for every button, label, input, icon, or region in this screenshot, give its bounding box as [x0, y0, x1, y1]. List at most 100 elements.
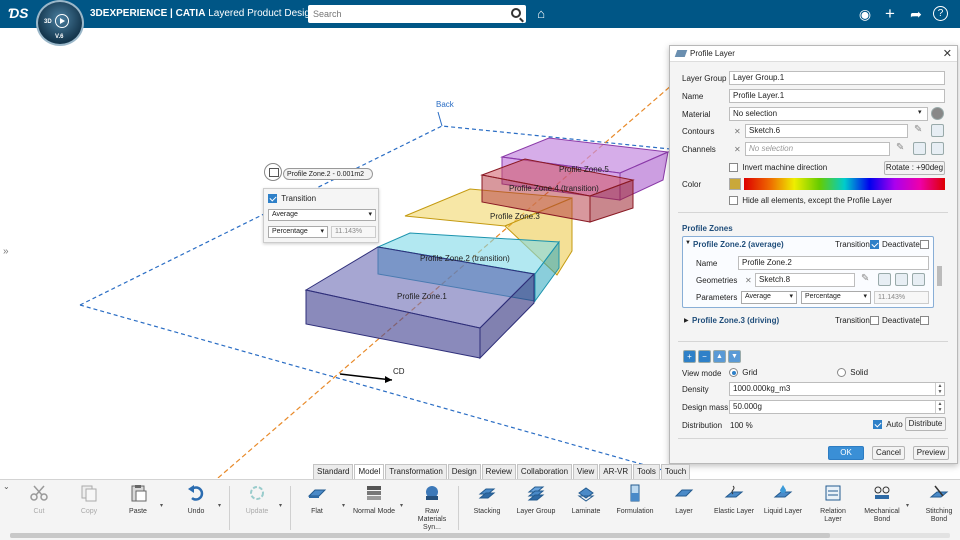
color-swatch[interactable] — [729, 178, 741, 190]
clear-geometries-icon[interactable]: ✕ — [745, 276, 752, 285]
play-icon[interactable] — [55, 14, 69, 28]
chevron-down-icon[interactable]: ▾ — [218, 502, 221, 509]
chevron-down-icon[interactable]: ▾ — [160, 502, 163, 509]
ribbon-scrollbar-thumb[interactable] — [10, 533, 830, 538]
paste-button[interactable]: Paste — [117, 484, 159, 516]
tab-standard[interactable]: Standard — [313, 464, 354, 479]
pencil-icon[interactable]: ✎ — [896, 142, 909, 155]
share-icon[interactable]: ➦ — [907, 5, 925, 23]
cut-button[interactable]: Cut — [18, 484, 60, 516]
copy-button[interactable]: Copy — [68, 484, 110, 516]
raw-materials-button[interactable]: Raw Materials Syn... — [411, 484, 453, 532]
density-spinner[interactable]: ▲ ▼ — [935, 383, 944, 395]
tab-view[interactable]: View — [573, 464, 599, 479]
zone2-unit-select[interactable]: Percentage — [801, 291, 871, 304]
chevron-down-icon[interactable]: ▾ — [400, 502, 403, 509]
move-down-icon[interactable]: ▼ — [728, 350, 741, 363]
update-button[interactable]: Update — [236, 484, 278, 516]
chevron-down-icon[interactable]: ▾ — [906, 502, 909, 509]
zone2-value-field[interactable]: 11.143% — [874, 291, 929, 304]
move-up-icon[interactable]: ▲ — [713, 350, 726, 363]
mechanical-bond-button[interactable]: Mechanical Bond — [861, 484, 903, 524]
sketch-icon[interactable] — [913, 142, 926, 155]
hide-checkbox[interactable] — [729, 196, 738, 206]
design-mass-spinner[interactable]: ▲ ▼ — [935, 401, 944, 413]
name-field[interactable]: Profile Layer.1 — [729, 89, 945, 103]
ribbon-scrollbar[interactable] — [10, 533, 950, 538]
flat-button[interactable]: Flat — [296, 484, 338, 516]
tag-icon[interactable]: ⌂ — [532, 5, 550, 23]
collapse-icon[interactable]: ▼ — [685, 240, 691, 246]
search-box[interactable] — [308, 5, 526, 23]
tab-ar-vr[interactable]: AR-VR — [599, 464, 633, 479]
invert-checkbox[interactable] — [729, 163, 738, 173]
auto-checkbox[interactable] — [873, 420, 882, 430]
tab-review[interactable]: Review — [481, 464, 516, 479]
elastic-layer-button[interactable]: Elastic Layer — [713, 484, 755, 516]
search-icon[interactable] — [511, 8, 521, 18]
mini-transition-row[interactable]: Transition — [268, 194, 316, 206]
undo-button[interactable]: Undo — [175, 484, 217, 516]
solid-radio[interactable] — [837, 368, 846, 378]
normal-mode-button[interactable]: Normal Mode — [353, 484, 395, 516]
zone2-mode-select[interactable]: Average — [741, 291, 797, 304]
pencil-icon[interactable]: ✎ — [914, 124, 927, 137]
mini-transition-checkbox[interactable] — [268, 194, 277, 204]
close-icon[interactable]: ✕ — [943, 47, 952, 60]
design-mass-field[interactable]: 50.000g ▲ ▼ — [729, 400, 945, 414]
tab-tools[interactable]: Tools — [633, 464, 660, 479]
preview-button[interactable]: Preview — [913, 446, 949, 460]
search-input[interactable] — [308, 5, 498, 23]
distribute-button[interactable]: Distribute — [905, 417, 946, 431]
rotate-button[interactable]: Rotate : +90deg — [884, 161, 945, 175]
stitching-bond-button[interactable]: Stitching Bond — [918, 484, 960, 524]
grid-radio[interactable] — [729, 368, 738, 378]
liquid-layer-button[interactable]: Liquid Layer — [762, 484, 804, 516]
layer-group-button[interactable]: Layer Group — [515, 484, 557, 516]
material-select[interactable]: No selection — [729, 107, 928, 121]
collapse-ribbon-icon[interactable]: ⌄ — [3, 482, 10, 491]
chevron-down-icon[interactable]: ▾ — [918, 108, 922, 116]
channels-field[interactable]: No selection — [745, 142, 890, 156]
mini-mode-select[interactable]: Average — [268, 209, 376, 221]
view-grid-option[interactable]: Grid — [729, 368, 757, 378]
color-spectrum[interactable] — [744, 178, 945, 190]
contours-field[interactable]: Sketch.6 — [745, 124, 908, 138]
add-icon[interactable]: + — [881, 5, 899, 23]
compass-widget[interactable]: 3D V.6 — [36, 0, 84, 46]
clear-contours-icon[interactable]: ✕ — [734, 127, 741, 136]
mini-value-field[interactable]: 11.143% — [331, 226, 376, 238]
hide-row[interactable]: Hide all elements, except the Profile La… — [729, 196, 892, 206]
zones-scrollbar[interactable] — [937, 266, 942, 286]
add-zone-icon[interactable]: + — [683, 350, 696, 363]
zone2-name-field[interactable]: Profile Zone.2 — [738, 256, 929, 270]
copy-icon[interactable] — [931, 142, 944, 155]
tab-touch[interactable]: Touch — [660, 464, 691, 479]
remove-zone-icon[interactable]: − — [698, 350, 711, 363]
sketch-icon[interactable] — [931, 124, 944, 137]
zone2-transition-checkbox[interactable] — [870, 240, 879, 249]
sketch-icon[interactable] — [878, 273, 891, 286]
relation-layer-button[interactable]: Relation Layer — [812, 484, 854, 524]
auto-option[interactable]: Auto — [873, 420, 903, 430]
expand-left-icon[interactable]: » — [3, 246, 9, 257]
chevron-down-icon[interactable]: ▾ — [279, 502, 282, 509]
layer-button[interactable]: Layer — [663, 484, 705, 516]
chevron-down-icon[interactable]: ▾ — [342, 502, 345, 509]
tab-transformation[interactable]: Transformation — [385, 464, 447, 479]
zone3-transition-checkbox[interactable] — [870, 316, 879, 325]
zone2-deactivate-checkbox[interactable] — [920, 240, 929, 249]
layer-group-field[interactable]: Layer Group.1 — [729, 71, 945, 85]
pencil-icon[interactable]: ✎ — [861, 273, 874, 286]
material-sphere-icon[interactable] — [931, 107, 944, 120]
zone2-geometries-field[interactable]: Sketch.8 — [755, 273, 855, 287]
tab-model[interactable]: Model — [354, 464, 385, 479]
expand-icon[interactable]: ▶ — [684, 317, 689, 324]
invert-row[interactable]: Invert machine direction — [729, 163, 827, 173]
tab-design[interactable]: Design — [447, 464, 481, 479]
stacking-button[interactable]: Stacking — [466, 484, 508, 516]
user-icon[interactable]: ◉ — [856, 5, 874, 23]
tab-collaboration[interactable]: Collaboration — [516, 464, 573, 479]
clear-channels-icon[interactable]: ✕ — [734, 145, 741, 154]
mini-unit-select[interactable]: Percentage — [268, 226, 328, 238]
